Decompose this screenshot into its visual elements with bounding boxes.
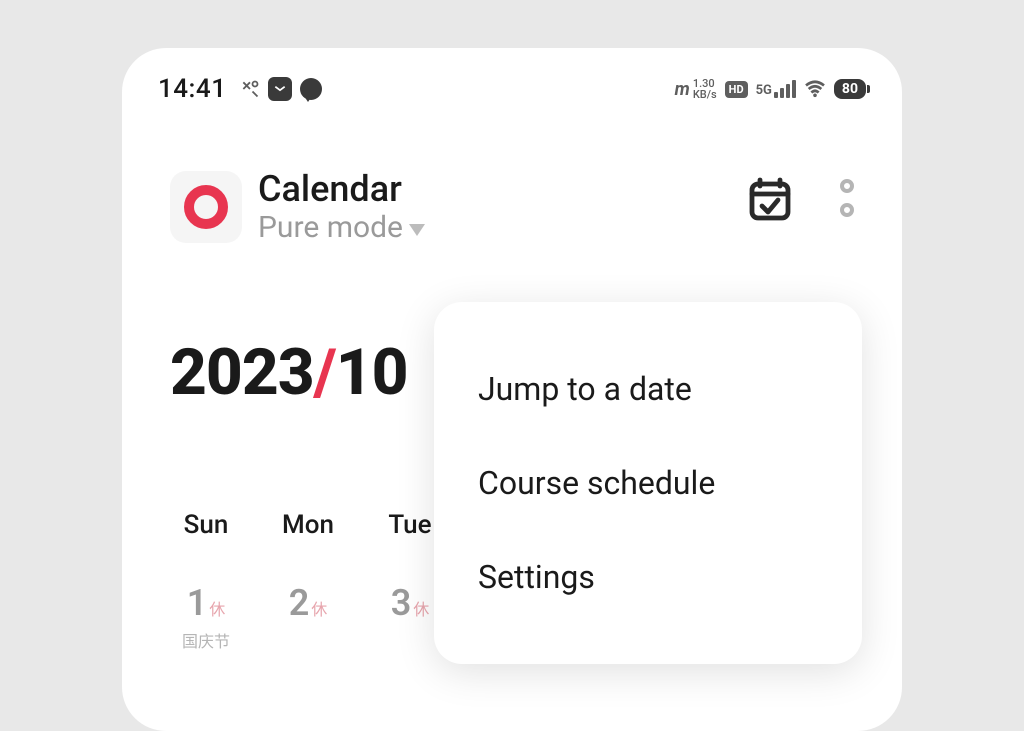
status-bar-left: 14:41 bbox=[158, 74, 322, 104]
day-number: 3 bbox=[391, 582, 412, 624]
mail-icon bbox=[268, 77, 292, 101]
day-badge: 休 bbox=[311, 596, 327, 620]
app-subtitle-text: Pure mode bbox=[258, 210, 403, 245]
status-bar: 14:41 m 1.30 KB/s bbox=[122, 48, 902, 108]
battery-level: 80 bbox=[834, 79, 866, 99]
header-actions bbox=[746, 168, 854, 222]
day-cell[interactable]: 1 休 国庆节 bbox=[156, 582, 256, 652]
network-speed: m 1.30 KB/s bbox=[675, 78, 717, 100]
app-title-group[interactable]: Calendar Pure mode bbox=[170, 168, 425, 245]
speed-unit: KB/s bbox=[693, 89, 717, 100]
app-mode-selector[interactable]: Pure mode bbox=[258, 210, 425, 245]
chevron-down-icon bbox=[409, 224, 425, 236]
day-number: 1 bbox=[187, 582, 208, 624]
day-cell[interactable]: 2 休 bbox=[258, 582, 358, 652]
app-icon-circle bbox=[184, 185, 228, 229]
speed-icon: m bbox=[675, 79, 689, 100]
message-icon bbox=[300, 78, 322, 100]
more-menu-button[interactable] bbox=[840, 179, 854, 217]
network-type: 5G bbox=[756, 83, 772, 98]
more-dot bbox=[840, 203, 854, 217]
day-label: 国庆节 bbox=[182, 628, 230, 652]
menu-item-course-schedule[interactable]: Course schedule bbox=[434, 436, 862, 530]
date-month: 10 bbox=[336, 335, 408, 410]
status-icons-left bbox=[240, 77, 322, 101]
tools-icon bbox=[240, 79, 260, 99]
day-number: 2 bbox=[289, 582, 310, 624]
wifi-icon bbox=[804, 80, 826, 98]
day-badge: 休 bbox=[209, 596, 225, 620]
menu-item-settings[interactable]: Settings bbox=[434, 530, 862, 624]
signal-bars-icon bbox=[774, 80, 796, 98]
more-dot bbox=[840, 179, 854, 193]
date-separator: / bbox=[314, 335, 336, 410]
cellular-signal: 5G bbox=[756, 80, 796, 98]
dropdown-menu: Jump to a date Course schedule Settings bbox=[434, 302, 862, 664]
status-time: 14:41 bbox=[158, 74, 226, 104]
weekday-mon: Mon bbox=[258, 510, 358, 540]
phone-frame: 14:41 m 1.30 KB/s bbox=[122, 48, 902, 731]
weekday-sun: Sun bbox=[156, 510, 256, 540]
calendar-check-icon[interactable] bbox=[746, 174, 794, 222]
app-icon bbox=[170, 171, 242, 243]
speed-text: 1.30 KB/s bbox=[693, 78, 717, 100]
date-year: 2023 bbox=[170, 335, 314, 410]
app-name: Calendar bbox=[258, 168, 425, 210]
hd-badge: HD bbox=[725, 81, 748, 98]
status-bar-right: m 1.30 KB/s HD 5G bbox=[675, 78, 866, 100]
menu-item-jump-to-date[interactable]: Jump to a date bbox=[434, 342, 862, 436]
day-badge: 休 bbox=[413, 596, 429, 620]
app-title-text: Calendar Pure mode bbox=[258, 168, 425, 245]
app-header: Calendar Pure mode bbox=[122, 108, 902, 245]
